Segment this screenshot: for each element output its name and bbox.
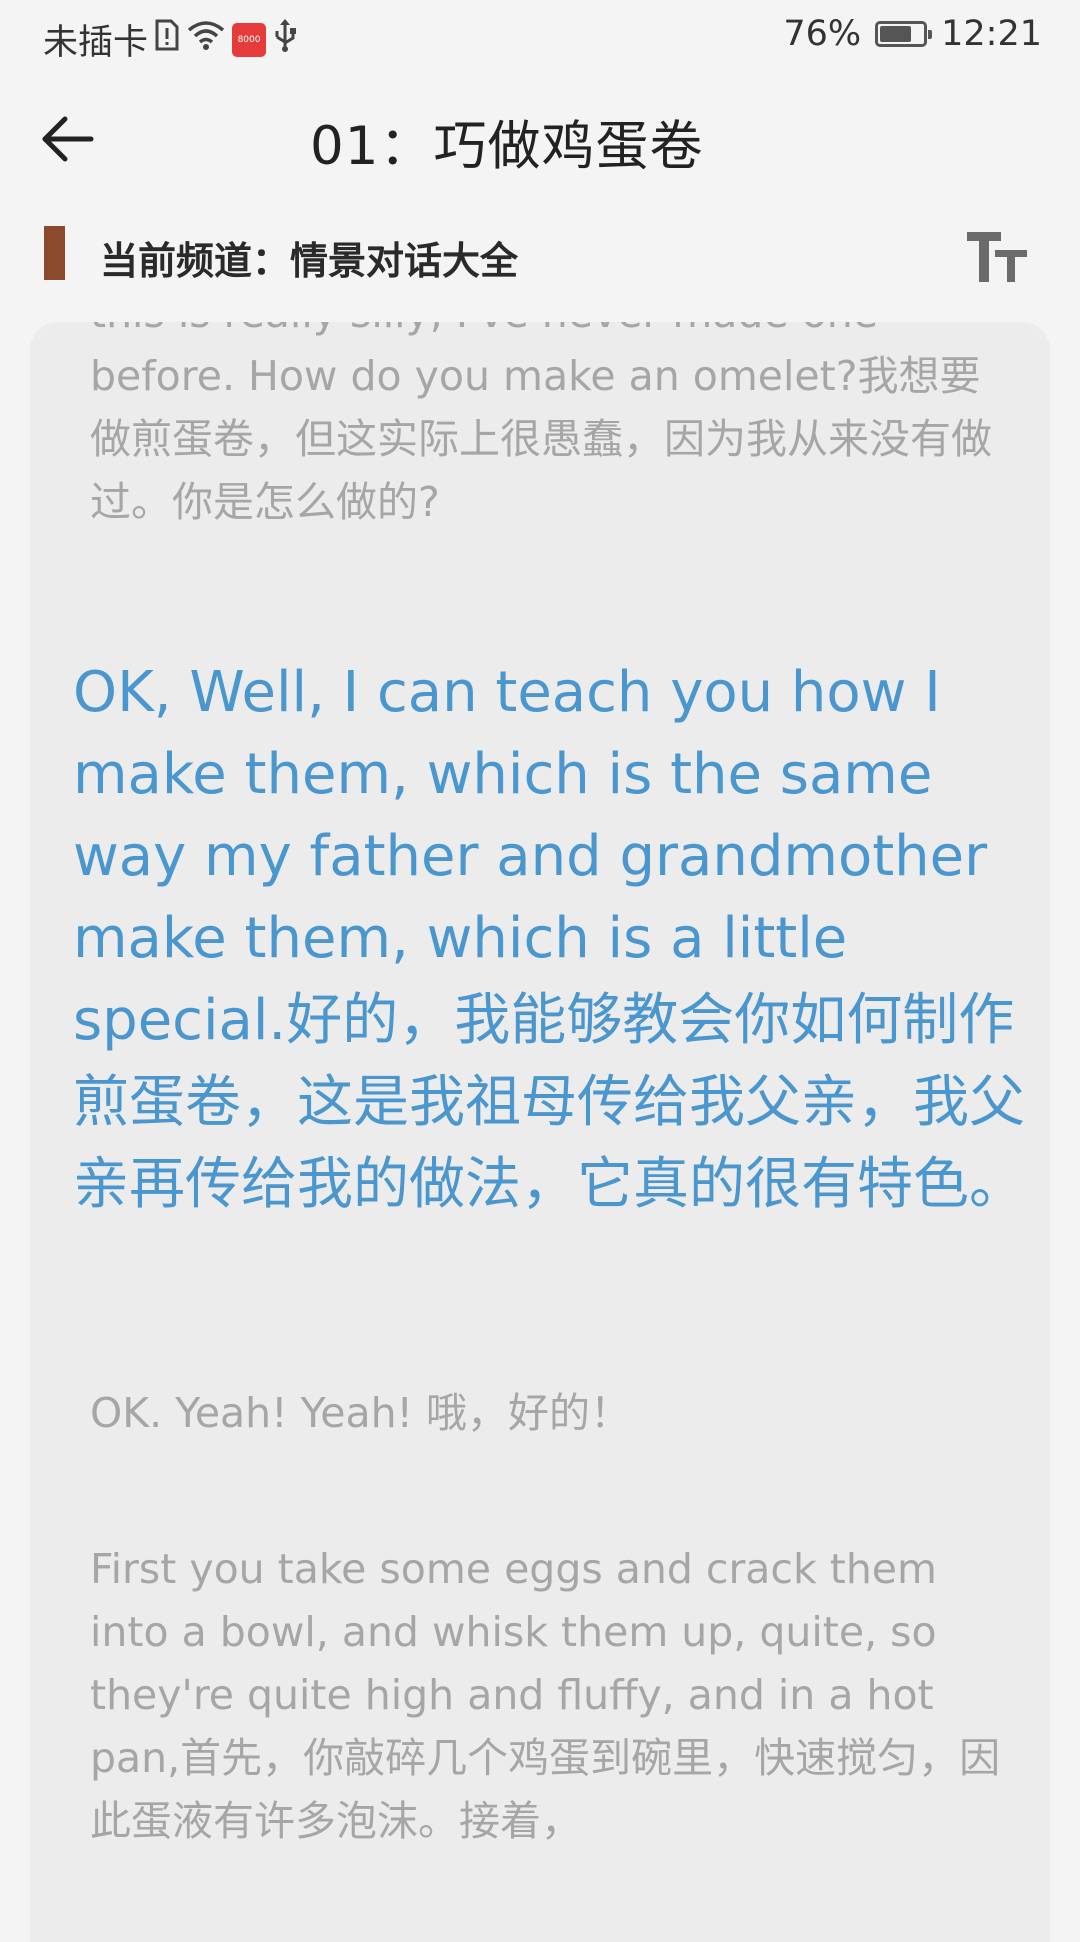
status-right: 76% 12:21: [783, 14, 1042, 54]
dialog-line-2-active[interactable]: OK, Well, I can teach you how I make the…: [73, 652, 1043, 1226]
app-notification-icon: 8000: [232, 22, 267, 57]
channel-marker: [44, 226, 65, 280]
header: 01：巧做鸡蛋卷: [0, 74, 1080, 204]
battery-level: [880, 26, 912, 42]
back-button[interactable]: [32, 104, 102, 174]
page-title: 01：巧做鸡蛋卷: [310, 116, 704, 177]
font-size-button[interactable]: [965, 230, 1029, 286]
dialog-line-1[interactable]: this is really silly, I've never made on…: [90, 322, 1020, 534]
channel-bar: 当前频道：情景对话大全: [0, 208, 1080, 300]
status-time: 12:21: [941, 14, 1042, 54]
battery-percent: 76%: [783, 14, 862, 54]
sim-alert-icon: [154, 18, 180, 61]
dialog-line-4[interactable]: First you take some eggs and crack them …: [90, 1538, 1020, 1853]
channel-label: 当前频道：情景对话大全: [100, 238, 519, 283]
status-left: 未插卡 8000: [43, 14, 298, 65]
wifi-icon: [186, 18, 226, 61]
dialog-line-3[interactable]: OK. Yeah! Yeah! 哦，好的！: [90, 1382, 1020, 1445]
usb-icon: [272, 17, 298, 62]
text-size-icon: [967, 232, 1027, 282]
dialog-content[interactable]: this is really silly, I've never made on…: [30, 322, 1050, 1942]
carrier-label: 未插卡: [43, 23, 149, 63]
status-bar: 未插卡 8000 76% 12:21: [0, 0, 1080, 74]
arrow-left-icon: [42, 116, 94, 162]
battery-charging-icon: [875, 21, 933, 47]
